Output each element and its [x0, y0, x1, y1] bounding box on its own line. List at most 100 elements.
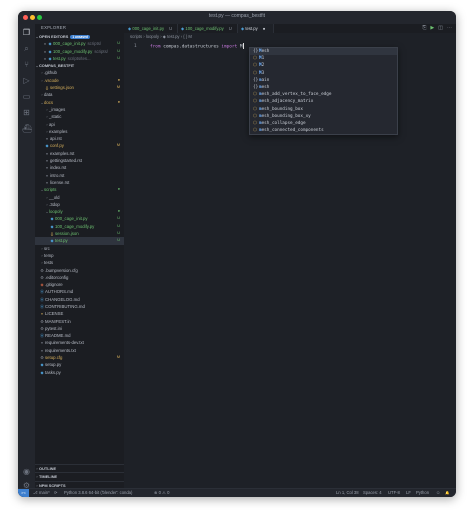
- folder-item[interactable]: ›temp: [35, 252, 124, 259]
- run-file-icon[interactable]: ▶: [430, 25, 434, 31]
- sidebar-section-timeline[interactable]: ›TIMELINE: [35, 472, 124, 480]
- remote-indicator[interactable]: ><: [18, 489, 29, 497]
- folder-item[interactable]: ›.github: [35, 69, 124, 76]
- encoding-setting[interactable]: UTF-8: [388, 489, 400, 497]
- file-item[interactable]: ◆ tasks.py: [35, 369, 124, 376]
- split-editor-icon[interactable]: ◫: [438, 25, 443, 31]
- more-actions-icon[interactable]: ⋯: [447, 25, 452, 31]
- remote-icon[interactable]: ▭: [22, 92, 31, 101]
- sync-icon[interactable]: ⟳: [54, 489, 58, 497]
- folder-item[interactable]: ›api: [35, 121, 124, 128]
- suggestion-item[interactable]: ⬡ mesh_add_vertex_to_face_edge: [250, 91, 397, 98]
- folder-item[interactable]: ›tests: [35, 259, 124, 266]
- suggestion-label: M3: [259, 71, 264, 76]
- problems-indicator[interactable]: ⊗ 0 ⚠ 0: [154, 489, 169, 497]
- account-icon[interactable]: ◉: [22, 467, 31, 476]
- suggestion-item[interactable]: ⬡ M2: [250, 62, 397, 69]
- open-editors-section[interactable]: ⌄OPEN EDITORS 1 unsaved: [35, 33, 124, 40]
- folder-item[interactable]: ⌄docs ●: [35, 99, 124, 106]
- file-item[interactable]: ◈ .gitignore: [35, 281, 124, 288]
- suggestion-item[interactable]: ⬡ M3: [250, 70, 397, 77]
- file-item[interactable]: ≡ requirements.txt: [35, 347, 124, 354]
- tab-label: 000_cage_init.py: [132, 26, 165, 31]
- file-item[interactable]: ⓂCHANGELOG.md: [35, 296, 124, 303]
- extensions-icon[interactable]: ⊞: [22, 108, 31, 117]
- suggestion-item[interactable]: {}mesh: [250, 84, 397, 91]
- docker-icon[interactable]: ⛴: [22, 124, 32, 133]
- file-item[interactable]: ⚙setup.cfg M: [35, 354, 124, 361]
- folder-item[interactable]: ›_static: [35, 113, 124, 120]
- suggestion-item[interactable]: ⬡ mesh_bounding_box: [250, 106, 397, 113]
- folder-item[interactable]: ›src: [35, 245, 124, 252]
- suggestion-item[interactable]: ⬡ M1: [250, 55, 397, 62]
- file-item[interactable]: ⓂREADME.md: [35, 332, 124, 339]
- eol-setting[interactable]: LF: [406, 489, 411, 497]
- suggestion-item[interactable]: {}Mesh: [250, 48, 397, 56]
- file-item[interactable]: ≡ index.rst: [35, 164, 124, 171]
- git-status: U: [117, 216, 120, 221]
- file-item[interactable]: ≡ intro.rst: [35, 172, 124, 179]
- folder-item[interactable]: ›_images: [35, 106, 124, 113]
- file-item[interactable]: ⓂAUTHORS.md: [35, 288, 124, 295]
- suggestion-item[interactable]: ⬡ mesh_bounding_box_xy: [250, 113, 397, 120]
- project-section[interactable]: ⌄COMPAS_BESTFIT: [35, 62, 124, 69]
- folder-item[interactable]: ›.3dop: [35, 201, 124, 208]
- breadcrumb[interactable]: scripts › loopoly › ◆ test.py › { } M: [130, 34, 192, 39]
- cursor-position[interactable]: Ln 1, Col 38: [336, 489, 359, 497]
- search-icon[interactable]: ⌕: [22, 44, 31, 53]
- folder-item[interactable]: ⌄scripts ●: [35, 186, 124, 193]
- file-item[interactable]: {} session.json U: [35, 230, 124, 237]
- file-item[interactable]: ⚙.bumpversion.cfg: [35, 267, 124, 274]
- file-item[interactable]: ≡ api.rst: [35, 135, 124, 142]
- tab-100_cage_modify-py[interactable]: ◆ 100_cage_modify.py U: [177, 24, 238, 33]
- indentation-setting[interactable]: Spaces: 4: [363, 489, 382, 497]
- file-item[interactable]: ◆ test.py U: [35, 237, 124, 245]
- file-item[interactable]: ≡ requirements-dev.txt: [35, 339, 124, 346]
- folder-item[interactable]: ›examples: [35, 128, 124, 135]
- code-token: from: [150, 44, 164, 50]
- open-editor-item[interactable]: × ◆ test.py scripts/tes... U: [35, 55, 124, 62]
- folder-item[interactable]: ›data: [35, 91, 124, 98]
- feedback-icon[interactable]: ☺: [436, 489, 440, 497]
- notifications-bell-icon[interactable]: 🔔: [445, 489, 449, 497]
- file-item[interactable]: ◆ 100_cage_modify.py U: [35, 223, 124, 230]
- folder-item[interactable]: ›__old: [35, 194, 124, 201]
- file-item[interactable]: ◆ 000_cage_init.py U: [35, 215, 124, 222]
- language-mode[interactable]: Python: [416, 489, 429, 497]
- file-item[interactable]: ◆ conf.py M: [35, 142, 124, 149]
- file-item[interactable]: ⚙pytest.ini: [35, 325, 124, 332]
- open-editor-item[interactable]: × ◆ 100_cage_modify.py scripts/U: [35, 48, 124, 55]
- file-item[interactable]: ⚙MANIFEST.in: [35, 318, 124, 325]
- file-item[interactable]: {} settings.json M: [35, 84, 124, 91]
- suggestion-item[interactable]: {}main: [250, 77, 397, 84]
- git-status: M: [116, 143, 120, 148]
- branch-indicator[interactable]: ⎇ main*: [33, 489, 50, 497]
- file-item[interactable]: ≡ examples.rst: [35, 150, 124, 157]
- file-tree: ›.github ›.vscode ●{} settings.json M ›data ⌄d…: [35, 69, 124, 375]
- file-item[interactable]: ≡ license.rst: [35, 179, 124, 186]
- suggestion-item[interactable]: ⬡ mesh_connected_components: [250, 127, 397, 134]
- python-interpreter[interactable]: Python 3.8.6 64-bit ('blender': conda): [64, 489, 132, 497]
- open-changes-icon[interactable]: ⎘: [422, 25, 426, 31]
- item-name: __old: [49, 194, 60, 200]
- files-icon[interactable]: ❐: [22, 28, 31, 37]
- file-item[interactable]: ◆ setup.py: [35, 361, 124, 368]
- suggestion-rest: esh_adjacency_matrix: [261, 99, 314, 105]
- sidebar-section-outline[interactable]: ›OUTLINE: [35, 464, 124, 472]
- suggestion-item[interactable]: ⬡ mesh_adjacency_matrix: [250, 98, 397, 105]
- file-item[interactable]: ⚙.editorconfig: [35, 274, 124, 281]
- code-text[interactable]: from compas.datastructures import M: [150, 43, 244, 51]
- run-debug-icon[interactable]: ▷: [22, 76, 31, 85]
- source-control-icon[interactable]: ⑂: [22, 60, 31, 69]
- item-name: .github: [44, 70, 57, 76]
- tab-test-py[interactable]: ◆ test.py ●: [237, 24, 274, 33]
- file-item[interactable]: ≡ gettingstarted.rst: [35, 157, 124, 164]
- suggestion-label: main: [259, 78, 269, 83]
- folder-item[interactable]: ›.vscode ●: [35, 77, 124, 84]
- open-editor-item[interactable]: × ◆ 000_cage_init.py scripts/U: [35, 40, 124, 47]
- tab-000_cage_init-py[interactable]: ◆ 000_cage_init.py U: [124, 24, 178, 33]
- file-item[interactable]: ≡ LICENSE: [35, 310, 124, 317]
- suggestion-item[interactable]: ⬡ mesh_collapse_edge: [250, 120, 397, 127]
- folder-item[interactable]: ⌄loopoly ●: [35, 208, 124, 215]
- file-item[interactable]: ⓂCONTRIBUTING.md: [35, 303, 124, 310]
